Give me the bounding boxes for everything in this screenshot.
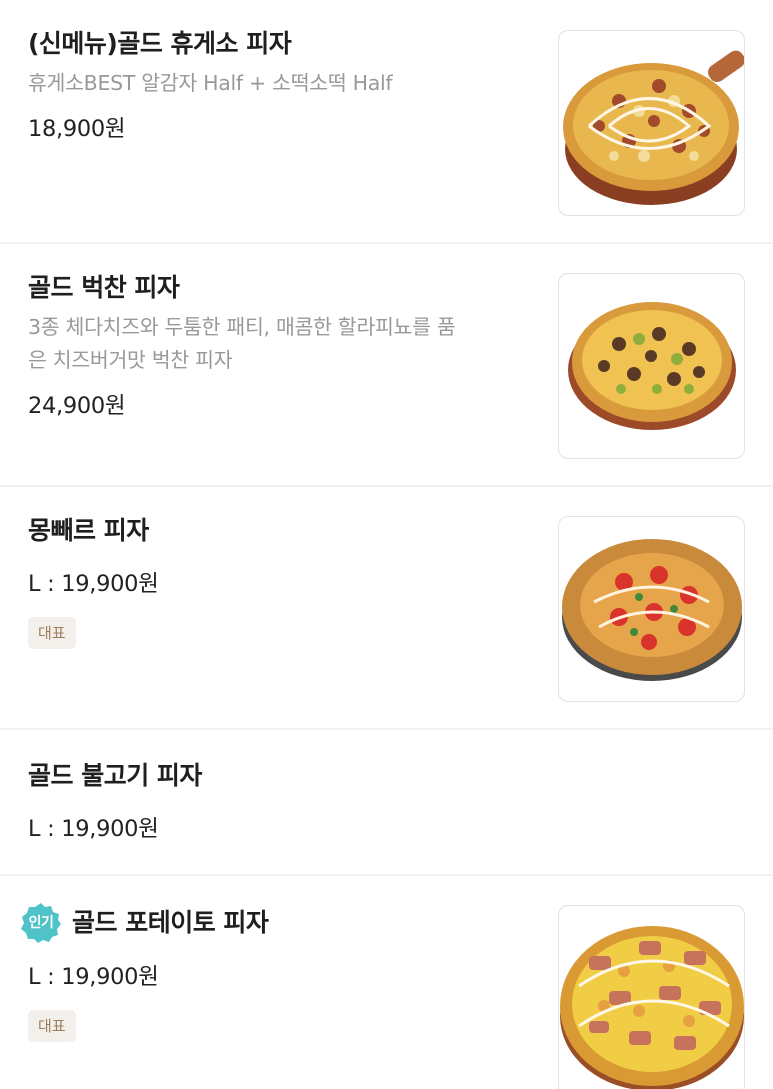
menu-item-gold-bulgogi-pizza[interactable]: 골드 불고기 피자 L : 19,900원: [0, 730, 773, 876]
menu-item-text: 몽빼르 피자 L : 19,900원 대표: [28, 511, 533, 649]
menu-item-price: 18,900원: [28, 116, 126, 142]
menu-item-price: L : 19,900원: [28, 571, 159, 597]
menu-item-gold-bulky-pizza[interactable]: 골드 벅찬 피자 3종 체다치즈와 두툼한 패티, 매콤한 할라피뇨를 품 은 …: [0, 244, 773, 487]
menu-item-name: 골드 벅찬 피자: [28, 273, 180, 302]
popular-badge: 인기: [20, 902, 62, 944]
menu-item-description-line: 은 치즈버거맛 벅찬 피자: [28, 348, 233, 372]
menu-item-name: (신메뉴)골드 휴게소 피자: [28, 29, 292, 58]
menu-item-image[interactable]: [558, 30, 745, 216]
menu-item-description: 휴게소BEST 알감자 Half + 소떡소떡 Half: [28, 71, 393, 95]
menu-item-description: 3종 체다치즈와 두툼한 패티, 매콤한 할라피뇨를 품 은 치즈버거맛 벅찬 …: [28, 311, 533, 377]
menu-item-name: 골드 불고기 피자: [28, 761, 202, 790]
menu-list: (신메뉴)골드 휴게소 피자 휴게소BEST 알감자 Half + 소떡소떡 H…: [0, 0, 773, 1089]
signature-badge: 대표: [28, 617, 76, 649]
menu-item-text: 골드 불고기 피자 L : 19,900원: [28, 756, 533, 848]
pizza-photo-icon: [560, 926, 744, 1089]
menu-item-name: 몽빼르 피자: [28, 516, 149, 545]
menu-item-name-row: 인기 골드 포테이토 피자: [21, 902, 533, 944]
menu-item-price: L : 19,900원: [28, 816, 159, 842]
menu-item-text: 골드 벅찬 피자 3종 체다치즈와 두툼한 패티, 매콤한 할라피뇨를 품 은 …: [28, 268, 533, 425]
popular-badge-label: 인기: [28, 915, 54, 931]
menu-item-image[interactable]: [558, 905, 745, 1089]
menu-item-image[interactable]: [558, 516, 745, 702]
menu-item-text: 인기 골드 포테이토 피자 L : 19,900원 대표: [21, 902, 533, 1042]
pizza-photo-icon: [568, 302, 736, 430]
menu-item-price: L : 19,900원: [28, 964, 159, 990]
menu-item-mongppeur-pizza[interactable]: 몽빼르 피자 L : 19,900원 대표: [0, 487, 773, 730]
menu-item-text: (신메뉴)골드 휴게소 피자 휴게소BEST 알감자 Half + 소떡소떡 H…: [28, 24, 533, 148]
menu-item-gold-rest-stop-pizza[interactable]: (신메뉴)골드 휴게소 피자 휴게소BEST 알감자 Half + 소떡소떡 H…: [0, 0, 773, 244]
signature-badge: 대표: [28, 1010, 76, 1042]
menu-item-price: 24,900원: [28, 393, 126, 419]
menu-item-description-line: 3종 체다치즈와 두툼한 패티, 매콤한 할라피뇨를 품: [28, 315, 456, 339]
menu-item-name: 골드 포테이토 피자: [72, 908, 269, 937]
pizza-photo-icon: [563, 50, 744, 205]
menu-item-gold-potato-pizza[interactable]: 인기 골드 포테이토 피자 L : 19,900원 대표: [0, 876, 773, 1089]
menu-item-image[interactable]: [558, 273, 745, 459]
pizza-photo-icon: [562, 539, 742, 681]
